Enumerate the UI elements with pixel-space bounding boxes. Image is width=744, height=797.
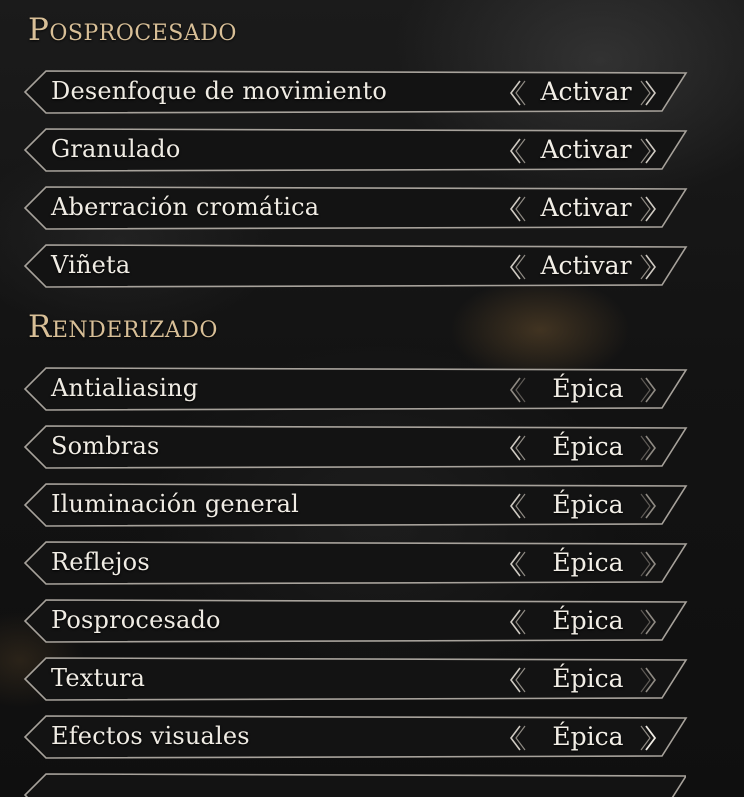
- chevron-left-icon[interactable]: [506, 194, 528, 224]
- chevron-right-icon[interactable]: [638, 607, 660, 637]
- chevron-left-icon[interactable]: [506, 549, 528, 579]
- chevron-right-icon[interactable]: [638, 723, 660, 753]
- chevron-right-icon[interactable]: [638, 665, 660, 695]
- setting-label: Antialiasing: [51, 374, 199, 402]
- chevron-right-icon[interactable]: [638, 491, 660, 521]
- setting-label: Efectos visuales: [51, 722, 250, 750]
- chevron-left-icon[interactable]: [506, 375, 528, 405]
- setting-row-vineta[interactable]: Viñeta Activar: [23, 244, 688, 288]
- setting-row-textura[interactable]: Textura Épica: [23, 657, 688, 701]
- setting-row-partial[interactable]: [24, 773, 686, 797]
- section-title-renderizado: Renderizado: [28, 309, 218, 345]
- setting-value: Épica: [552, 722, 624, 751]
- setting-row-aberracion[interactable]: Aberración cromática Activar: [23, 186, 688, 230]
- setting-row-efectos-visuales[interactable]: Efectos visuales Épica: [23, 715, 688, 759]
- setting-row-reflejos[interactable]: Reflejos Épica: [23, 541, 688, 585]
- setting-value: Épica: [552, 490, 624, 519]
- chevron-right-icon[interactable]: [638, 194, 660, 224]
- setting-row-granulado[interactable]: Granulado Activar: [23, 128, 688, 172]
- chevron-left-icon[interactable]: [506, 491, 528, 521]
- chevron-left-icon[interactable]: [506, 136, 528, 166]
- chevron-right-icon[interactable]: [638, 252, 660, 282]
- setting-value: Activar: [540, 135, 632, 164]
- setting-value: Épica: [552, 606, 624, 635]
- chevron-right-icon[interactable]: [638, 375, 660, 405]
- setting-value: Épica: [552, 374, 624, 403]
- chevron-left-icon[interactable]: [506, 433, 528, 463]
- setting-label: Granulado: [51, 135, 181, 163]
- setting-label: Posprocesado: [51, 606, 221, 634]
- setting-label: Iluminación general: [51, 490, 299, 518]
- setting-value: Épica: [552, 432, 624, 461]
- chevron-left-icon[interactable]: [506, 723, 528, 753]
- setting-label: Aberración cromática: [51, 193, 320, 221]
- setting-value: Épica: [552, 664, 624, 693]
- chevron-left-icon[interactable]: [506, 607, 528, 637]
- setting-label: Desenfoque de movimiento: [51, 77, 388, 105]
- setting-row-antialiasing[interactable]: Antialiasing Épica: [23, 367, 688, 411]
- setting-value: Épica: [552, 548, 624, 577]
- setting-label: Viñeta: [51, 251, 131, 279]
- chevron-left-icon[interactable]: [506, 78, 528, 108]
- setting-row-posprocesado[interactable]: Posprocesado Épica: [23, 599, 688, 643]
- chevron-left-icon[interactable]: [506, 252, 528, 282]
- chevron-right-icon[interactable]: [638, 136, 660, 166]
- section-title-posprocesado: Posprocesado: [28, 12, 237, 48]
- setting-row-sombras[interactable]: Sombras Épica: [23, 425, 688, 469]
- setting-label: Sombras: [51, 432, 160, 460]
- chevron-right-icon[interactable]: [638, 433, 660, 463]
- row-frame: [24, 773, 686, 797]
- setting-label: Textura: [51, 664, 146, 692]
- chevron-left-icon[interactable]: [506, 665, 528, 695]
- setting-row-desenfoque[interactable]: Desenfoque de movimiento Activar: [23, 70, 688, 114]
- setting-row-iluminacion[interactable]: Iluminación general Épica: [23, 483, 688, 527]
- setting-value: Activar: [540, 77, 632, 106]
- chevron-right-icon[interactable]: [638, 78, 660, 108]
- setting-value: Activar: [540, 251, 632, 280]
- chevron-right-icon[interactable]: [638, 549, 660, 579]
- setting-value: Activar: [540, 193, 632, 222]
- setting-label: Reflejos: [51, 548, 150, 576]
